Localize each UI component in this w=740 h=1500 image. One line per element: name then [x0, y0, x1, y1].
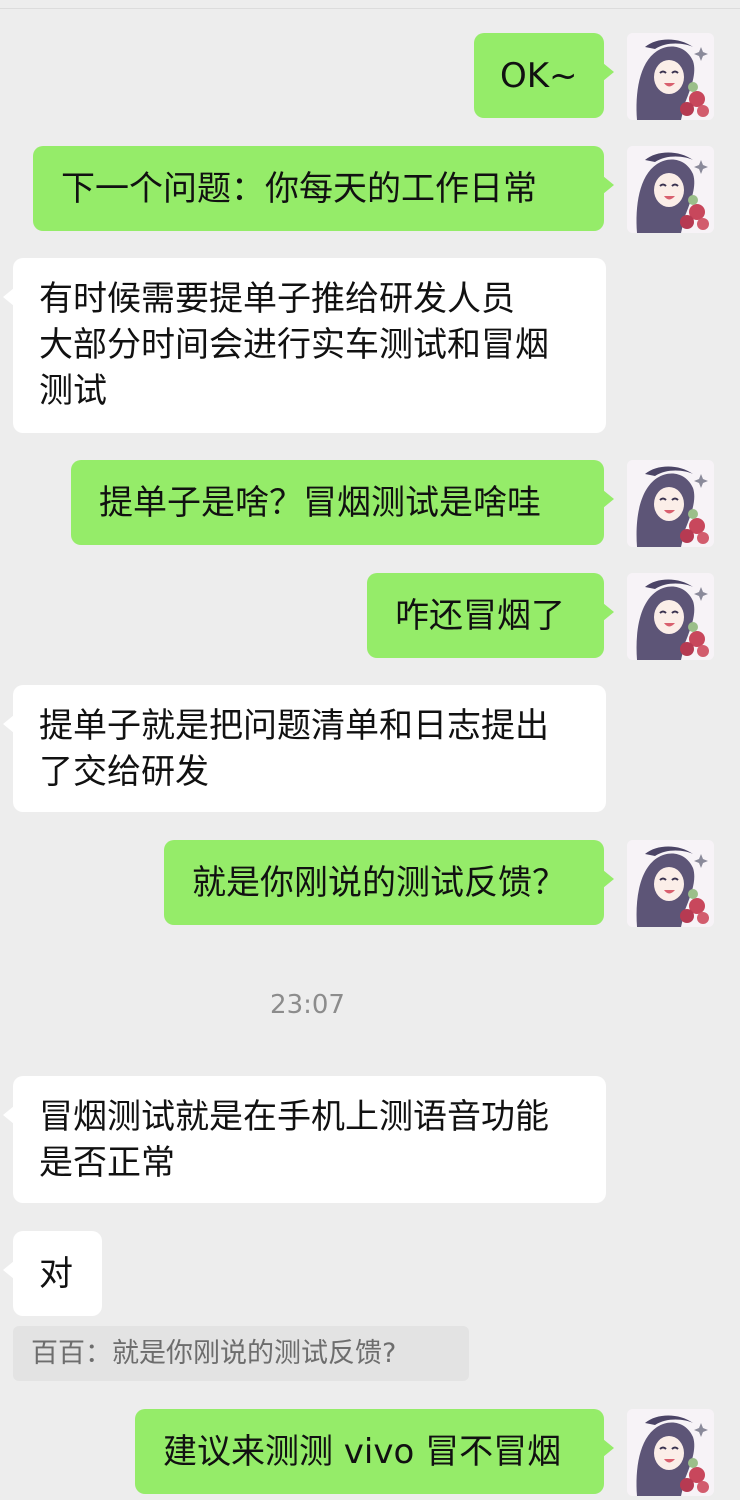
incoming-message-bubble[interactable]: 有时候需要提单子推给研发人员 大部分时间会进行实车测试和冒烟 测试 — [3, 258, 606, 433]
anime-girl-avatar-icon — [627, 146, 714, 233]
incoming-message-bubble[interactable]: 冒烟测试就是在手机上测语音功能 是否正常 — [3, 1076, 606, 1203]
quote-author: 百百 — [31, 1338, 85, 1369]
message-line: 提单子就是把问题清单和日志提出 — [39, 706, 549, 746]
message-text: 就是你刚说的测试反馈？ — [192, 863, 566, 903]
incoming-message-bubble[interactable]: 对 — [3, 1231, 102, 1316]
message-line: 有时候需要提单子推给研发人员 — [39, 279, 515, 319]
outgoing-message-bubble[interactable]: 就是你刚说的测试反馈？ — [164, 840, 614, 925]
outgoing-message-bubble[interactable]: 建议来测测 vivo 冒不冒烟 — [135, 1409, 614, 1494]
anime-girl-avatar-icon — [627, 460, 714, 547]
message-line: 是否正常 — [39, 1143, 175, 1183]
my-avatar[interactable] — [627, 33, 714, 120]
my-avatar[interactable] — [627, 1409, 714, 1496]
my-avatar[interactable] — [627, 573, 714, 660]
message-text: 咋还冒烟了 — [395, 596, 565, 636]
message-line: 了交给研发 — [39, 752, 209, 792]
quote-separator: ： — [85, 1338, 112, 1369]
message-text: 下一个问题：你每天的工作日常 — [61, 169, 537, 209]
incoming-message-bubble[interactable]: 提单子就是把问题清单和日志提出 了交给研发 — [3, 685, 606, 812]
message-line: 冒烟测试就是在手机上测语音功能 — [39, 1097, 549, 1137]
top-divider — [0, 0, 740, 9]
timestamp: 23:07 — [270, 990, 345, 1020]
message-line: 测试 — [39, 371, 107, 411]
outgoing-message-bubble[interactable]: 下一个问题：你每天的工作日常 — [33, 146, 614, 231]
message-text: 提单子是啥？冒烟测试是啥哇 — [99, 483, 541, 523]
anime-girl-avatar-icon — [627, 840, 714, 927]
quoted-message[interactable]: 百百：就是你刚说的测试反馈? — [13, 1326, 469, 1381]
anime-girl-avatar-icon — [627, 33, 714, 120]
outgoing-message-bubble[interactable]: OK~ — [474, 33, 614, 118]
message-text: 对 — [39, 1254, 73, 1294]
chat-area[interactable]: OK~ 下一个问题：你每天的工作日常 有时候需要提单子推给研发人员 大部分时间会… — [0, 0, 740, 1500]
quote-text: 就是你刚说的测试反馈? — [112, 1338, 397, 1369]
anime-girl-avatar-icon — [627, 1409, 714, 1496]
message-line: 大部分时间会进行实车测试和冒烟 — [39, 325, 549, 365]
my-avatar[interactable] — [627, 460, 714, 547]
outgoing-message-bubble[interactable]: 提单子是啥？冒烟测试是啥哇 — [71, 460, 614, 545]
anime-girl-avatar-icon — [627, 573, 714, 660]
my-avatar[interactable] — [627, 146, 714, 233]
my-avatar[interactable] — [627, 840, 714, 927]
outgoing-message-bubble[interactable]: 咋还冒烟了 — [367, 573, 614, 658]
message-text: OK~ — [500, 56, 578, 96]
message-text: 建议来测测 vivo 冒不冒烟 — [163, 1432, 562, 1472]
